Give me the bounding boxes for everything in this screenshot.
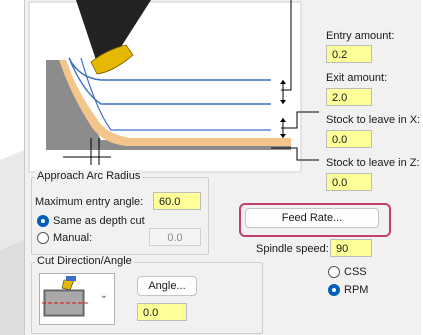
manual-radio[interactable] bbox=[37, 232, 49, 244]
same-depth-radio[interactable] bbox=[37, 215, 49, 227]
cut-direction-preview-icon bbox=[42, 276, 90, 317]
entry-amount-field[interactable]: 0.2 bbox=[326, 45, 372, 63]
cut-direction-title: Cut Direction/Angle bbox=[35, 255, 134, 267]
rpm-label: RPM bbox=[344, 284, 369, 296]
manual-angle-field[interactable]: 0.0 bbox=[149, 228, 201, 246]
exit-amount-label: Exit amount: bbox=[326, 72, 388, 84]
cut-direction-dropdown[interactable]: ⌄ bbox=[39, 273, 115, 325]
rpm-radio[interactable] bbox=[328, 284, 340, 296]
stock-leave-x-label: Stock to leave in X: bbox=[326, 114, 421, 126]
stock-leave-z-field[interactable]: 0.0 bbox=[326, 173, 372, 191]
angle-button[interactable]: Angle... bbox=[137, 276, 197, 296]
stock-leave-x-field[interactable]: 0.0 bbox=[326, 130, 372, 148]
spindle-speed-field[interactable]: 90 bbox=[330, 239, 372, 257]
approach-arc-title: Approach Arc Radius bbox=[35, 170, 143, 182]
dialog-panel: Entry amount: 0.2 Exit amount: 2.0 Stock… bbox=[24, 0, 421, 335]
manual-label: Manual: bbox=[53, 232, 93, 244]
chevron-down-icon: ⌄ bbox=[99, 290, 108, 301]
spindle-speed-label: Spindle speed: bbox=[256, 243, 329, 255]
same-depth-label: Same as depth cut bbox=[53, 215, 145, 227]
exit-amount-field[interactable]: 2.0 bbox=[326, 88, 372, 106]
cut-angle-field[interactable]: 0.0 bbox=[137, 303, 187, 321]
max-entry-angle-field[interactable]: 60.0 bbox=[153, 192, 201, 210]
stock-leave-z-label: Stock to leave in Z: bbox=[326, 157, 420, 169]
css-label: CSS bbox=[344, 266, 367, 278]
max-entry-angle-label: Maximum entry angle: bbox=[35, 196, 144, 208]
feed-rate-button[interactable]: Feed Rate... bbox=[245, 208, 379, 228]
entry-amount-label: Entry amount: bbox=[326, 30, 395, 42]
css-radio[interactable] bbox=[328, 266, 340, 278]
